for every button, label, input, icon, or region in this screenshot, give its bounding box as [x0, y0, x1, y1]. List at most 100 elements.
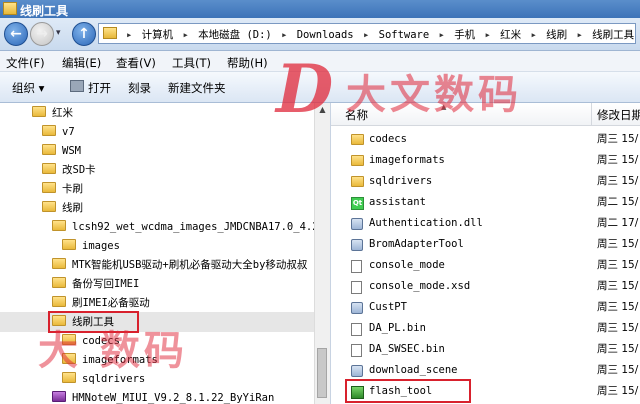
file-date: 周三 15/ — [597, 322, 639, 334]
file-row[interactable]: CustPT 周三 15/ — [331, 297, 640, 318]
file-date: 周三 15/ — [597, 385, 639, 397]
file-date: 周三 15/ — [597, 238, 639, 250]
menu-edit[interactable]: 编辑(E) — [62, 55, 101, 71]
address-input[interactable]: ▸ 计算机 ▸ 本地磁盘 (D:) ▸ Downloads ▸ Software… — [98, 23, 636, 44]
open-button[interactable]: 打开 — [88, 80, 111, 96]
tree-item[interactable]: 改SD卡 — [0, 160, 314, 180]
file-name: BromAdapterTool — [369, 238, 464, 250]
file-list: ▲ 名称 修改日期 codecs 周三 15/imageformats 周三 15/… — [331, 103, 640, 404]
tree-item-label: 备份写回IMEI — [72, 278, 140, 290]
tree-item-label: MTK智能机USB驱动+刷机必备驱动大全by移动叔叔 — [72, 259, 308, 271]
file-date: 周三 15/ — [597, 364, 639, 376]
file-date: 周二 17/ — [597, 217, 639, 229]
archive-icon — [52, 391, 66, 402]
file-name: DA_SWSEC.bin — [369, 343, 445, 355]
open-icon — [70, 80, 84, 92]
folder-icon — [52, 296, 66, 307]
breadcrumb-item[interactable]: Downloads — [297, 29, 354, 41]
breadcrumb-item[interactable]: Software — [379, 29, 430, 41]
tree-item[interactable]: WSM — [0, 141, 314, 161]
recent-pages-dropdown[interactable]: ▾ — [56, 28, 61, 38]
folder-icon — [42, 163, 56, 174]
menu-help[interactable]: 帮助(H) — [227, 55, 268, 71]
file-date: 周三 15/ — [597, 301, 639, 313]
folder-icon — [52, 277, 66, 288]
window-title: 线刷工具 — [20, 4, 69, 18]
file-row[interactable]: console_mode.xsd 周三 15/ — [331, 276, 640, 297]
menu-view[interactable]: 查看(V) — [116, 55, 156, 71]
file-date: 周三 15/ — [597, 259, 639, 271]
file-row[interactable]: DA_PL.bin 周三 15/ — [331, 318, 640, 339]
back-button[interactable]: ← — [4, 22, 28, 46]
column-modified[interactable]: 修改日期 — [597, 107, 640, 123]
folder-icon — [351, 176, 364, 187]
file-row[interactable]: BromAdapterTool 周三 15/ — [331, 234, 640, 255]
folder-icon — [42, 144, 56, 155]
file-date: 周三 15/ — [597, 154, 639, 166]
tree-item[interactable]: v7 — [0, 122, 314, 142]
tree-item[interactable]: MTK智能机USB驱动+刷机必备驱动大全by移动叔叔 — [0, 255, 314, 275]
tree-item[interactable]: 卡刷 — [0, 179, 314, 199]
chevron-right-icon: ▸ — [484, 29, 491, 41]
address-bar-area: ← → ▾ ↑ ▸ 计算机 ▸ 本地磁盘 (D:) ▸ Downloads ▸ … — [0, 18, 640, 51]
breadcrumb-item[interactable]: 线刷 — [546, 29, 567, 41]
file-row[interactable]: DA_SWSEC.bin 周三 15/ — [331, 339, 640, 360]
file-row[interactable]: imageformats 周三 15/ — [331, 150, 640, 171]
file-row[interactable]: sqldrivers 周三 15/ — [331, 171, 640, 192]
up-button[interactable]: ↑ — [72, 22, 96, 46]
application-icon — [351, 302, 363, 314]
tree-item[interactable]: 备份写回IMEI — [0, 274, 314, 294]
chevron-right-icon: ▸ — [438, 29, 445, 41]
watermark-text: 大文数码 — [346, 72, 522, 118]
breadcrumb-item[interactable]: 手机 — [454, 29, 475, 41]
file-row[interactable]: Qt assistant 周二 15/ — [331, 192, 640, 213]
application-icon — [351, 239, 363, 251]
forward-button[interactable]: → — [30, 22, 54, 46]
document-icon — [351, 260, 362, 273]
tree-item-label: 线刷 — [62, 202, 83, 214]
folder-icon — [52, 258, 66, 269]
tree-item[interactable]: 线刷 — [0, 198, 314, 218]
gear-icon — [351, 218, 363, 230]
tree-item[interactable]: images — [0, 236, 314, 256]
chevron-right-icon: ▸ — [126, 29, 133, 41]
file-name: console_mode — [369, 259, 445, 271]
watermark-text: 大 数码 — [38, 328, 188, 374]
breadcrumb-item[interactable]: 计算机 — [142, 29, 174, 41]
organize-button[interactable]: 组织 ▾ — [12, 80, 44, 96]
breadcrumb-item[interactable]: 红米 — [500, 29, 521, 41]
folder-icon — [42, 182, 56, 193]
folder-icon — [42, 125, 56, 136]
folder-icon — [52, 220, 66, 231]
tree-item[interactable]: 刷IMEI必备驱动 — [0, 293, 314, 313]
column-divider[interactable] — [591, 103, 592, 125]
file-name: console_mode.xsd — [369, 280, 471, 292]
menu-tools[interactable]: 工具(T) — [172, 55, 211, 71]
tree-item-label: 红米 — [52, 107, 73, 119]
breadcrumb-item[interactable]: 线刷工具 — [592, 29, 634, 41]
tree-scrollbar[interactable]: ▲ — [314, 103, 330, 404]
file-row[interactable]: console_mode 周三 15/ — [331, 255, 640, 276]
burn-button[interactable]: 刻录 — [128, 80, 151, 96]
file-name: CustPT — [369, 301, 407, 313]
arrow-right-icon: → — [36, 26, 48, 42]
tree-item[interactable]: HMNoteW_MIUI_V9.2_8.1.22_ByYiRan — [0, 388, 314, 404]
tree-item[interactable]: 红米 — [0, 103, 314, 123]
breadcrumb-item[interactable]: 本地磁盘 (D:) — [198, 29, 272, 41]
chevron-right-icon: ▸ — [530, 29, 537, 41]
scrollbar-thumb[interactable] — [317, 348, 327, 398]
tree-item-label: v7 — [62, 126, 75, 138]
folder-icon — [3, 2, 17, 15]
tree-item[interactable]: lcsh92_wet_wcdma_images_JMDCNBA17.0_4.2 — [0, 217, 319, 237]
folder-icon — [62, 239, 76, 250]
menu-file[interactable]: 文件(F) — [6, 55, 45, 71]
highlight-box — [345, 379, 471, 403]
new-folder-button[interactable]: 新建文件夹 — [168, 80, 226, 96]
file-date: 周三 15/ — [597, 343, 639, 355]
chevron-right-icon: ▸ — [281, 29, 288, 41]
file-name: sqldrivers — [369, 175, 433, 187]
file-row[interactable]: download_scene 周三 15/ — [331, 360, 640, 381]
file-name: codecs — [369, 133, 407, 145]
file-row[interactable]: Authentication.dll 周二 17/ — [331, 213, 640, 234]
file-row[interactable]: codecs 周三 15/ — [331, 129, 640, 150]
